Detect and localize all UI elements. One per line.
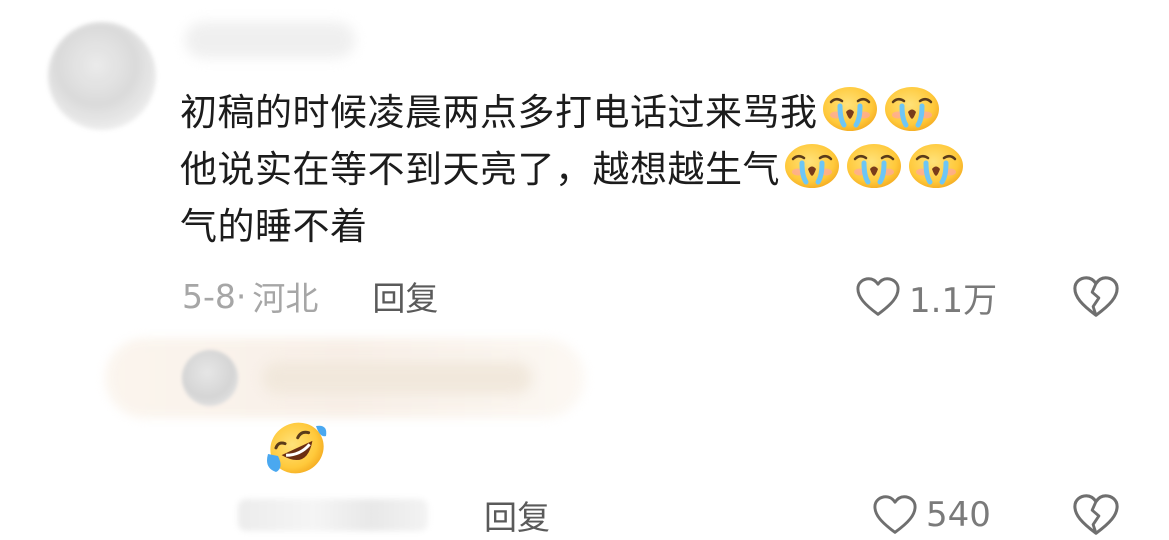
- crying-face-emoji: [822, 85, 878, 132]
- avatar[interactable]: [48, 22, 156, 130]
- heart-icon: [872, 494, 918, 536]
- reply-username-redacted[interactable]: [262, 362, 532, 394]
- comment-line-3: 气的睡不着: [180, 198, 1140, 255]
- comment-location: 河北: [252, 279, 319, 318]
- heart-icon: [855, 276, 901, 318]
- reply-button[interactable]: 回复: [484, 491, 550, 539]
- comment-line-2: 他说实在等不到天亮了，越想越生气: [180, 141, 1140, 198]
- like-button[interactable]: 540: [872, 492, 991, 538]
- crying-face-emoji: [846, 142, 902, 189]
- like-button[interactable]: 1.1万: [855, 274, 998, 321]
- like-count: 540: [926, 495, 991, 535]
- comment-date: 5-8·: [182, 276, 247, 316]
- crying-face-emoji: [784, 142, 840, 189]
- rolling-laughing-emoji: [267, 422, 327, 474]
- username-redacted[interactable]: [185, 22, 355, 58]
- broken-heart-icon[interactable]: [1072, 492, 1120, 538]
- comment-meta: 5-8· 河北 回复: [182, 272, 438, 320]
- comment-line-text: 他说实在等不到天亮了，越想越生气: [180, 148, 780, 191]
- like-count: 1.1万: [909, 280, 998, 321]
- comment-line-1: 初稿的时候凌晨两点多打电话过来骂我: [180, 84, 1140, 141]
- reply-info-redacted: [238, 499, 428, 531]
- crying-face-emoji: [884, 85, 940, 132]
- reply-meta: 回复: [238, 492, 550, 538]
- comment-line-text: 初稿的时候凌晨两点多打电话过来骂我: [180, 91, 818, 134]
- broken-heart-icon[interactable]: [1072, 274, 1120, 320]
- reply-button[interactable]: 回复: [372, 272, 438, 320]
- comment-line-text: 气的睡不着: [180, 205, 368, 248]
- reply-avatar[interactable]: [182, 350, 238, 406]
- comment-body: 初稿的时候凌晨两点多打电话过来骂我 他说实在等不到天亮了，越想越生气 气的睡不着: [180, 84, 1140, 255]
- crying-face-emoji: [908, 142, 964, 189]
